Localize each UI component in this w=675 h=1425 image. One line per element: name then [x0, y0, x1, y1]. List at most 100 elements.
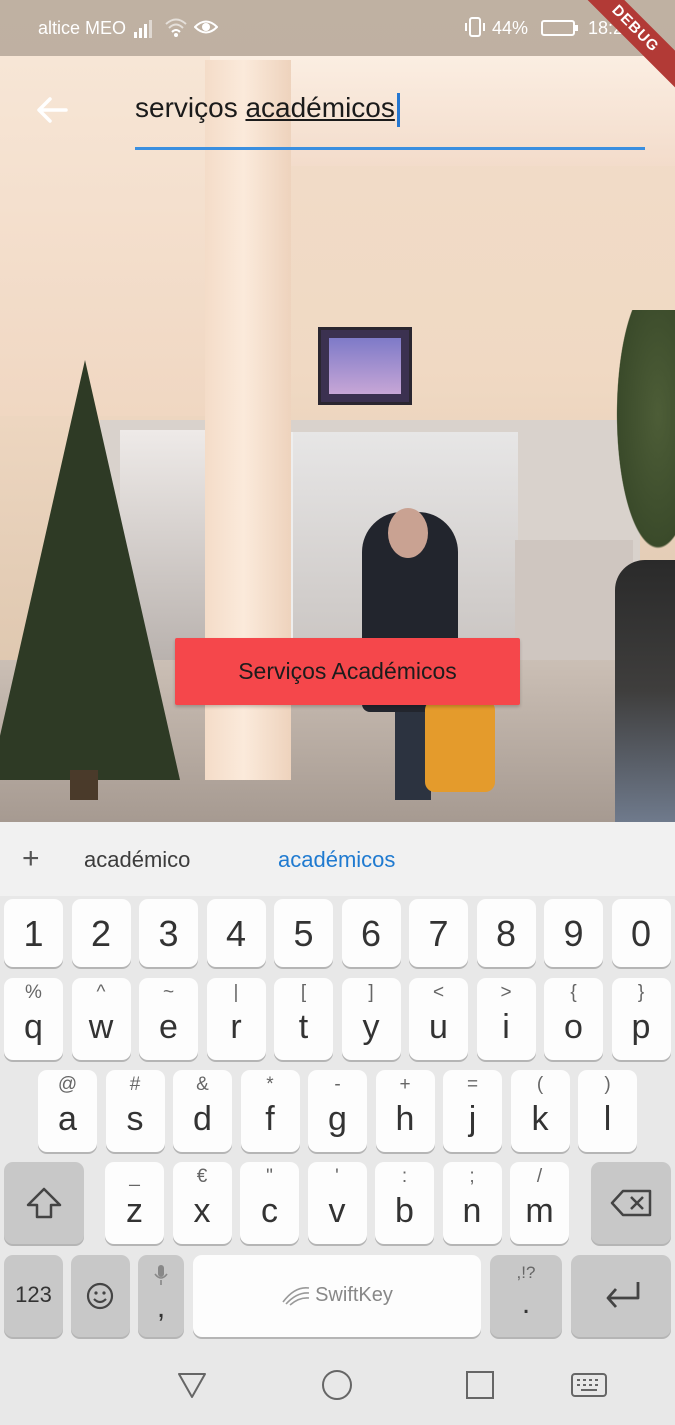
key-label: g	[328, 1100, 347, 1138]
key-m[interactable]: / m	[510, 1162, 569, 1244]
key-label: ,	[156, 1291, 166, 1324]
back-triangle-icon[interactable]	[176, 1369, 208, 1401]
key-f[interactable]: * f	[240, 1070, 300, 1152]
battery-percent: 44%	[492, 18, 529, 38]
key-label: r	[230, 1008, 242, 1046]
key-2[interactable]: 2	[71, 899, 131, 967]
shift-arrow-icon	[26, 1187, 62, 1219]
key-label: 3	[158, 913, 179, 954]
swiftkey-logo: SwiftKey	[315, 1284, 393, 1306]
key-label: q	[24, 1008, 43, 1046]
key-secondary-label: "	[266, 1166, 273, 1187]
key-secondary-label: %	[25, 982, 42, 1003]
key-i[interactable]: > i	[476, 978, 536, 1060]
key-j[interactable]: = j	[443, 1070, 502, 1152]
key-y[interactable]: ] y	[341, 978, 401, 1060]
key-secondary-label: *	[266, 1074, 274, 1095]
key-b[interactable]: :b	[375, 1162, 434, 1244]
key-label: 2	[90, 913, 112, 954]
key-t[interactable]: [t	[274, 978, 333, 1060]
enter-icon	[606, 1282, 640, 1308]
key-8[interactable]: 8	[476, 899, 536, 967]
key-x[interactable]: € x	[172, 1162, 232, 1244]
key-7[interactable]: 7	[409, 899, 468, 967]
key-n[interactable]: ; n	[442, 1162, 502, 1244]
key-label: y	[362, 1008, 380, 1046]
key-label: 123	[15, 1282, 52, 1307]
key-r[interactable]: | r	[206, 978, 266, 1060]
key-secondary-label: [	[300, 982, 307, 1003]
carrier-name: altice MEO	[38, 18, 127, 38]
key-c[interactable]: " c	[240, 1162, 299, 1244]
key-4[interactable]: 4	[206, 899, 266, 967]
suggestion-item[interactable]: académico	[84, 847, 190, 873]
wall-screen	[318, 327, 412, 405]
back-arrow-icon[interactable]	[30, 88, 74, 132]
tree-trunk	[70, 770, 98, 800]
key-0[interactable]: 0	[611, 899, 671, 967]
key-5[interactable]: 5	[274, 899, 333, 967]
key-secondary-label: >	[500, 982, 512, 1003]
key-h[interactable]: + h	[375, 1070, 435, 1152]
key-label: k	[531, 1100, 549, 1138]
key-l[interactable]: ) l	[578, 1070, 637, 1152]
key-secondary-label: +	[399, 1074, 411, 1095]
key-g[interactable]: -g	[308, 1070, 367, 1152]
space-key[interactable]: SwiftKey	[193, 1255, 481, 1337]
key-label: e	[159, 1008, 178, 1046]
key-label: x	[193, 1192, 211, 1230]
key-label: m	[525, 1192, 554, 1230]
key-z[interactable]: _ z	[105, 1162, 164, 1244]
search-input[interactable]: serviços académicos	[135, 92, 400, 127]
key-label: v	[328, 1192, 346, 1230]
key-secondary-label: &	[196, 1074, 209, 1095]
key-q[interactable]: % q	[4, 978, 63, 1060]
key-a[interactable]: @ a	[38, 1070, 97, 1152]
key-label: a	[58, 1100, 77, 1138]
key-k[interactable]: (k	[510, 1070, 570, 1152]
symbols-key[interactable]: 123	[4, 1255, 63, 1337]
emoji-key[interactable]	[71, 1255, 130, 1337]
key-o[interactable]: {o	[544, 978, 603, 1060]
key-secondary-label: {	[570, 982, 577, 1003]
key-label: c	[261, 1192, 278, 1230]
key-v[interactable]: ' v	[307, 1162, 367, 1244]
period-key[interactable]: ,!?.	[490, 1255, 562, 1337]
recents-square-icon[interactable]	[464, 1369, 496, 1401]
key-label: 6	[360, 913, 382, 954]
key-label: 7	[428, 913, 449, 954]
key-label: l	[603, 1100, 612, 1138]
key-6[interactable]: 6	[341, 899, 401, 967]
key-secondary-label: :	[401, 1166, 408, 1187]
search-composing-word: académicos	[245, 92, 395, 123]
key-w[interactable]: ^ w	[71, 978, 131, 1060]
backspace-key[interactable]	[591, 1162, 671, 1244]
search-input-underline	[135, 147, 645, 150]
comma-key[interactable]: ,	[138, 1255, 184, 1337]
search-input-text: serviços	[135, 92, 246, 123]
home-circle-icon[interactable]	[321, 1369, 353, 1401]
key-p[interactable]: } p	[611, 978, 671, 1060]
key-1[interactable]: 1	[4, 899, 63, 967]
shift-key[interactable]	[4, 1162, 84, 1244]
result-servicos-academicos-button[interactable]: Serviços Académicos	[175, 638, 520, 705]
key-3[interactable]: 3	[139, 899, 198, 967]
key-label: j	[468, 1100, 477, 1138]
suggestion-item-highlighted[interactable]: académicos	[278, 847, 395, 873]
key-9[interactable]: 9	[544, 899, 603, 967]
key-secondary-label: }	[637, 982, 645, 1003]
text-cursor	[396, 92, 400, 127]
add-word-icon[interactable]: +	[22, 842, 40, 876]
key-s[interactable]: # s	[105, 1070, 165, 1152]
key-e[interactable]: ~ e	[139, 978, 198, 1060]
enter-key[interactable]	[571, 1255, 671, 1337]
key-secondary-label: ;	[469, 1166, 475, 1187]
wifi-icon	[165, 18, 187, 37]
key-label: u	[429, 1008, 448, 1046]
christmas-tree	[0, 360, 180, 780]
key-d[interactable]: & d	[173, 1070, 232, 1152]
key-secondary-label: <	[432, 982, 445, 1003]
key-u[interactable]: < u	[409, 978, 468, 1060]
keyboard-switch-icon[interactable]	[570, 1369, 608, 1401]
key-secondary-label: |	[233, 982, 239, 1003]
